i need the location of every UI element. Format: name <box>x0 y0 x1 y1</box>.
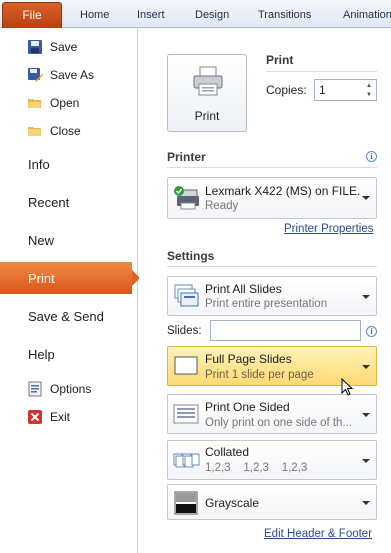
nav-info-label: Info <box>28 157 50 172</box>
color-title: Grayscale <box>205 496 260 510</box>
collation-dropdown[interactable]: Collated 1,2,3 1,2,3 1,2,3 <box>167 440 377 480</box>
sides-dropdown[interactable]: Print One Sided Only print on one side o… <box>167 394 377 434</box>
copies-up-icon[interactable]: ▲ <box>364 82 374 90</box>
print-header-rule <box>266 71 377 72</box>
printer-status: Ready <box>205 200 239 212</box>
sides-title: Print One Sided <box>205 400 290 414</box>
printer-header: Printer <box>167 150 206 164</box>
close-folder-icon <box>28 127 41 136</box>
nav-print[interactable]: Print <box>0 262 140 294</box>
printer-properties-link[interactable]: Printer Properties <box>284 223 373 235</box>
nav-print-label: Print <box>28 271 55 286</box>
printer-name: Lexmark X422 (MS) on FILE... <box>205 184 360 198</box>
print-header: Print <box>266 53 294 67</box>
nav-help-label: Help <box>28 347 55 362</box>
print-button[interactable]: Print <box>167 54 247 132</box>
tab-design[interactable]: Design <box>195 9 229 21</box>
close-command[interactable]: Close <box>0 119 137 143</box>
close-label: Close <box>50 124 81 138</box>
print-range-title: Print All Slides <box>205 282 282 296</box>
ribbon-tab-bar: File Home Insert Design Transitions Anim… <box>0 0 391 28</box>
print-button-label: Print <box>194 109 220 123</box>
options-label: Options <box>50 382 92 396</box>
open-folder-icon <box>28 99 42 108</box>
nav-recent[interactable]: Recent <box>0 186 137 218</box>
settings-header-rule <box>167 266 377 267</box>
copies-stepper[interactable]: 1 ▲ ▼ <box>314 79 377 101</box>
chevron-down-icon <box>362 196 370 200</box>
all-slides-icon <box>174 284 199 307</box>
collation-title: Collated <box>205 445 250 459</box>
copies-label: Copies: <box>266 83 307 97</box>
slides-label: Slides: <box>167 325 202 337</box>
print-range-subtitle: Print entire presentation <box>205 298 328 310</box>
nav-new[interactable]: New <box>0 224 137 256</box>
backstage-nav: Save Save As Open Close Info Recent New … <box>0 28 140 553</box>
tab-home[interactable]: Home <box>80 9 109 21</box>
tab-file[interactable]: File <box>2 2 62 28</box>
save-as-icon <box>28 68 43 82</box>
print-pane: Print Print Copies: 1 ▲ ▼ Printer i Lexm… <box>139 28 391 553</box>
nav-save-send-label: Save & Send <box>28 309 104 324</box>
printer-info-icon[interactable]: i <box>366 151 377 162</box>
print-range-dropdown[interactable]: Print All Slides Print entire presentati… <box>167 276 377 316</box>
save-label: Save <box>50 40 78 54</box>
exit-icon <box>28 410 42 424</box>
slides-info-icon[interactable]: i <box>366 326 377 337</box>
options-icon <box>28 381 42 397</box>
layout-title: Full Page Slides <box>205 352 292 366</box>
options-command[interactable]: Options <box>0 377 137 401</box>
chevron-down-icon <box>362 501 370 505</box>
printer-dropdown[interactable]: Lexmark X422 (MS) on FILE... Ready <box>167 177 377 219</box>
nav-new-label: New <box>28 233 55 248</box>
save-icon <box>28 40 42 54</box>
chevron-down-icon <box>362 459 370 463</box>
printer-status-icon <box>174 186 199 210</box>
collation-subtitle: 1,2,3 1,2,3 1,2,3 <box>205 462 308 474</box>
chevron-down-icon <box>362 413 370 417</box>
save-as-command[interactable]: Save As <box>0 63 137 87</box>
collated-icon <box>173 453 200 468</box>
tab-insert[interactable]: Insert <box>137 9 165 21</box>
chevron-down-icon <box>362 365 370 369</box>
tab-transitions[interactable]: Transitions <box>258 9 311 21</box>
nav-info[interactable]: Info <box>0 148 137 180</box>
slides-input[interactable] <box>210 320 361 341</box>
open-command[interactable]: Open <box>0 91 137 115</box>
full-page-slide-icon <box>174 356 198 375</box>
copies-down-icon[interactable]: ▼ <box>364 91 374 99</box>
nav-save-send[interactable]: Save & Send <box>0 300 137 332</box>
grayscale-icon <box>174 491 198 515</box>
mouse-cursor-icon <box>341 378 354 396</box>
nav-recent-label: Recent <box>28 195 70 210</box>
open-label: Open <box>50 96 80 110</box>
one-sided-icon <box>173 404 199 424</box>
save-as-label: Save As <box>50 68 95 82</box>
color-dropdown[interactable]: Grayscale <box>167 484 377 520</box>
settings-header: Settings <box>167 249 215 263</box>
save-command[interactable]: Save <box>0 35 137 59</box>
tab-animations[interactable]: Animation <box>343 9 391 21</box>
exit-label: Exit <box>50 410 71 424</box>
printer-icon <box>193 66 223 96</box>
layout-subtitle: Print 1 slide per page <box>205 369 314 381</box>
nav-help[interactable]: Help <box>0 338 137 370</box>
copies-value: 1 <box>319 83 326 97</box>
printer-header-rule <box>167 167 377 168</box>
sides-subtitle: Only print on one side of th... <box>205 417 353 429</box>
edit-header-footer-link[interactable]: Edit Header & Footer <box>264 528 372 540</box>
exit-command[interactable]: Exit <box>0 405 137 429</box>
chevron-down-icon <box>362 295 370 299</box>
